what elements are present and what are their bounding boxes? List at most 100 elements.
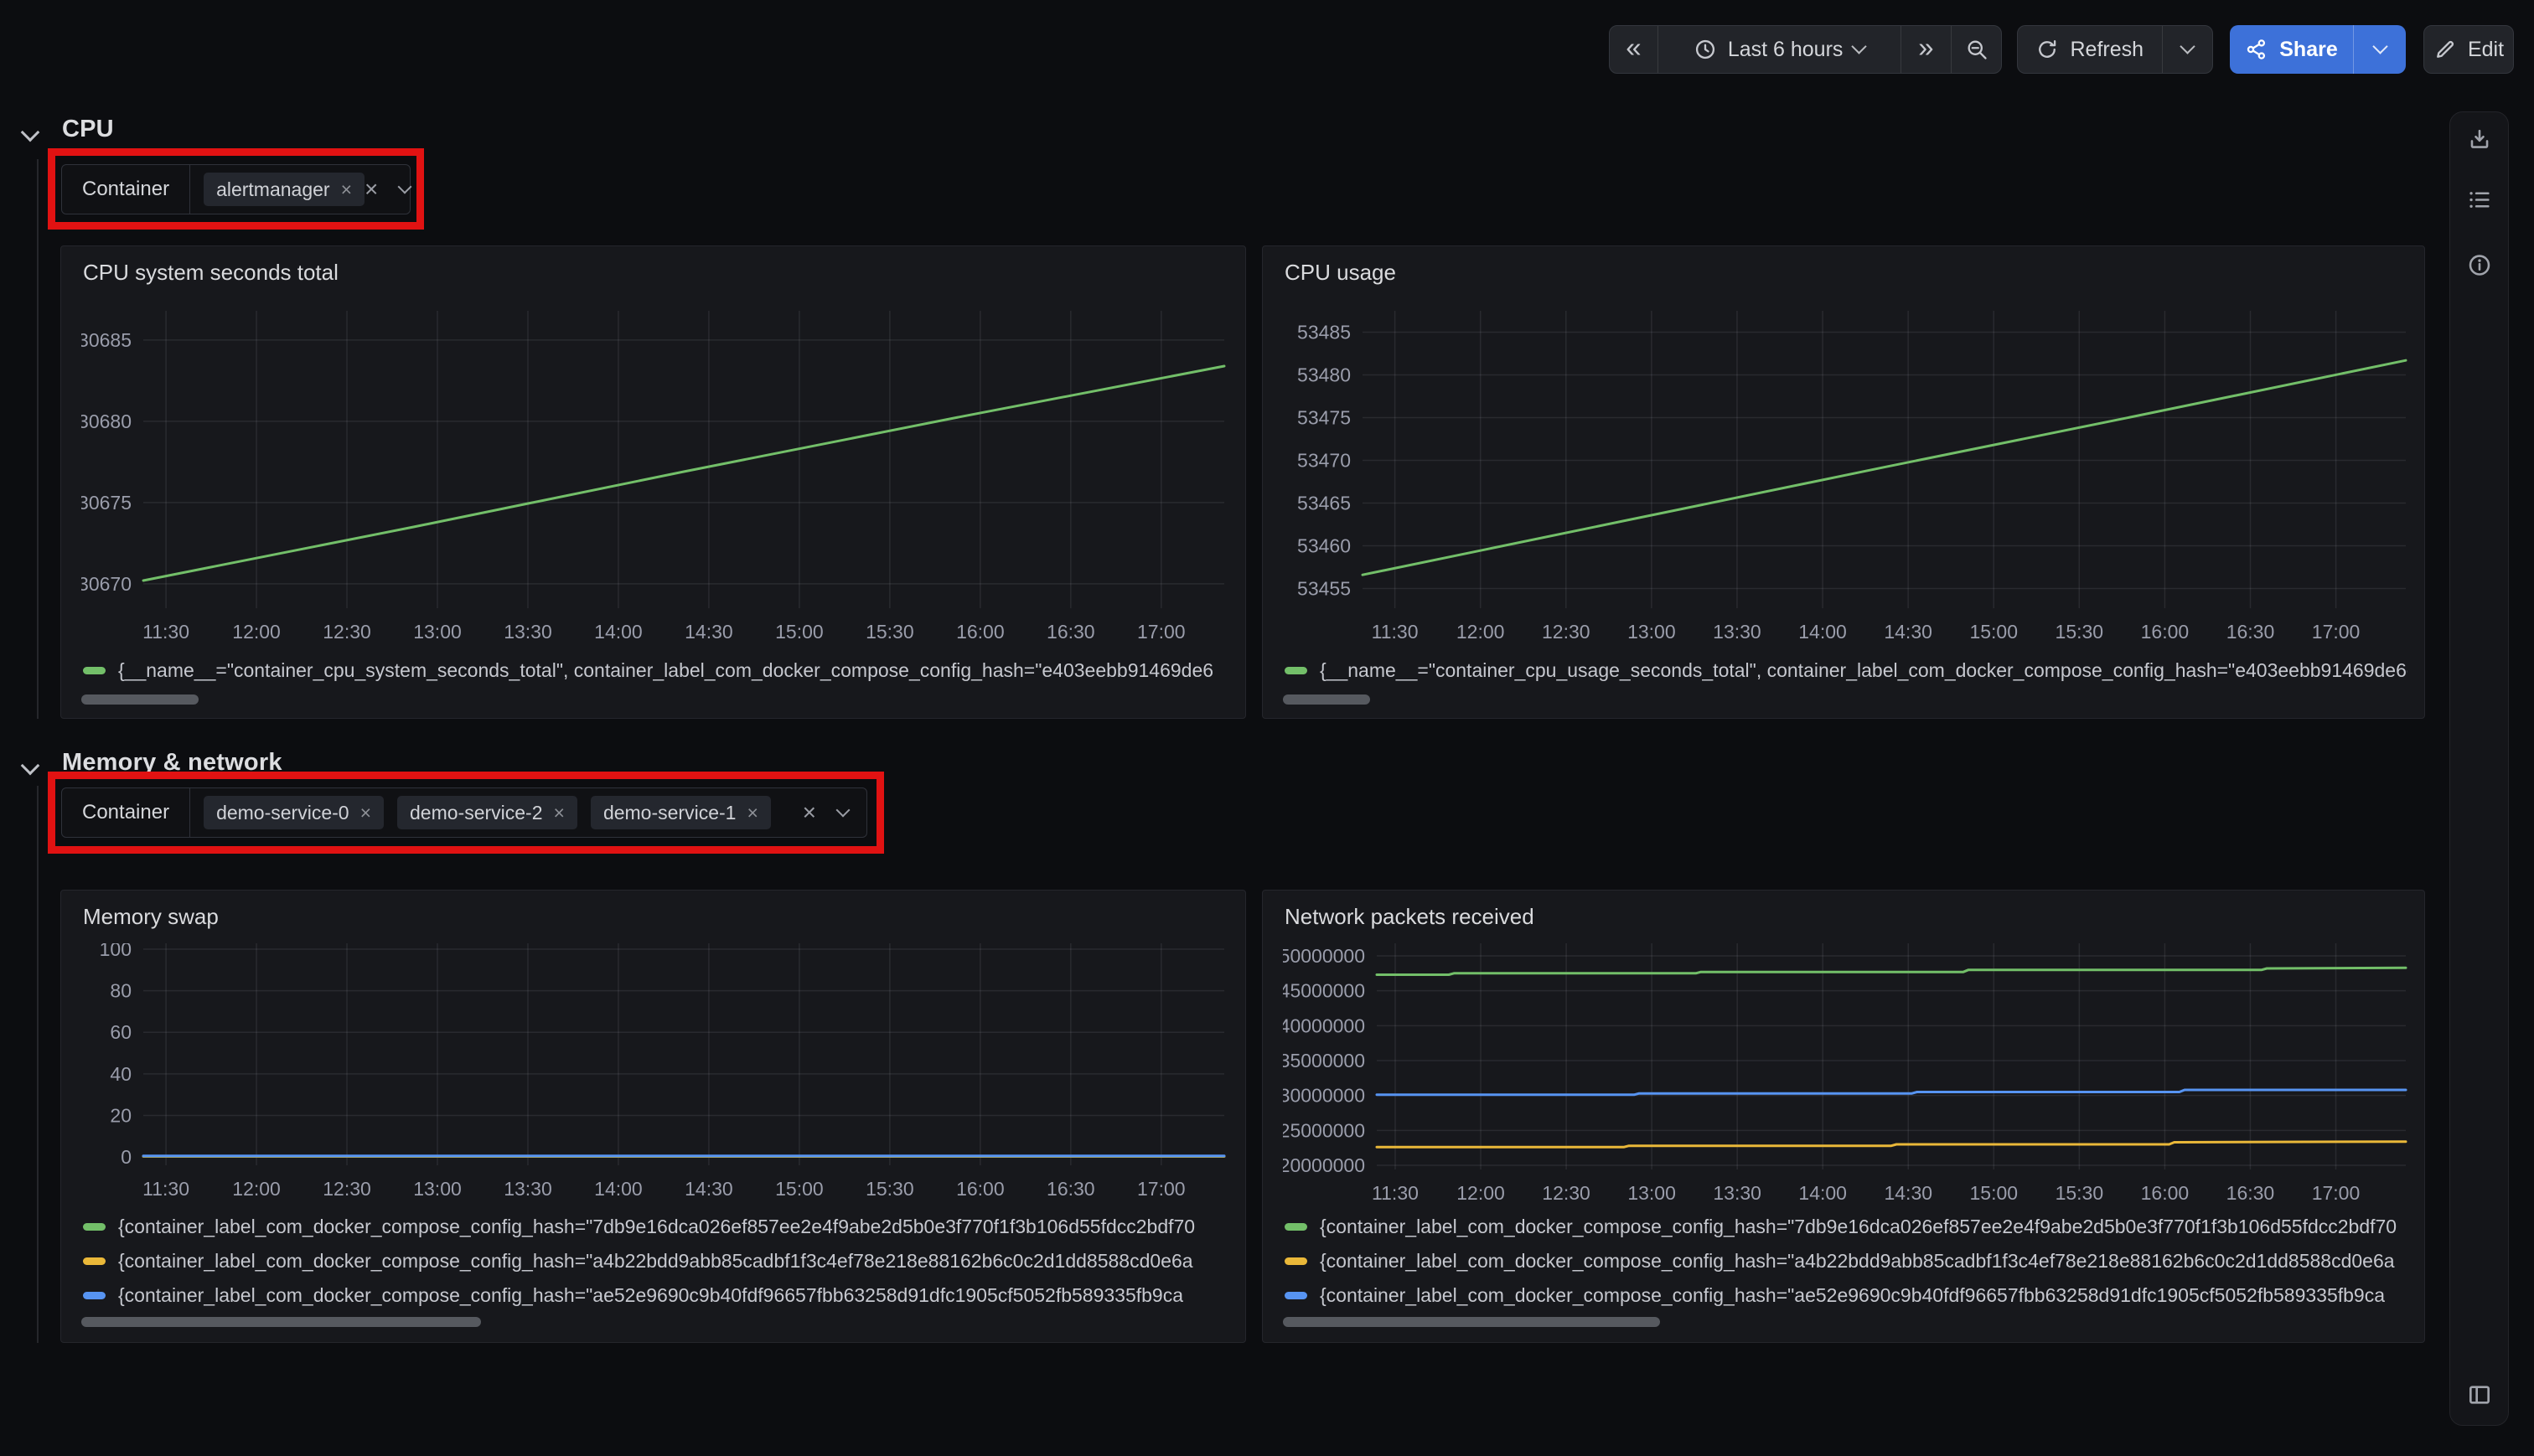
chevron-down-icon	[2180, 39, 2195, 54]
svg-text:53465: 53465	[1297, 493, 1351, 514]
svg-text:950000000: 950000000	[1283, 945, 1365, 967]
refresh-button[interactable]: Refresh	[2018, 26, 2162, 73]
export-download-icon[interactable]	[2466, 126, 2492, 152]
legend-scrollbar[interactable]	[1283, 694, 1370, 705]
time-series-chart[interactable]: 02040608010011:3012:0012:3013:0013:3014:…	[81, 943, 1228, 1203]
legend-swatch	[83, 1292, 106, 1299]
svg-text:40: 40	[110, 1063, 132, 1085]
svg-text:15:00: 15:00	[775, 621, 824, 643]
legend-label: {container_label_com_docker_compose_conf…	[1320, 1250, 2395, 1273]
edit-label: Edit	[2468, 38, 2504, 62]
legend-item[interactable]: {__name__="container_cpu_usage_seconds_t…	[1285, 655, 2407, 685]
legend-scrollbar[interactable]	[81, 1317, 481, 1327]
info-circle-icon[interactable]	[2466, 252, 2492, 278]
grafana-dashboard: « Last 6 hours » Refresh	[0, 0, 2534, 1456]
svg-text:15:30: 15:30	[866, 621, 914, 643]
legend-swatch	[1285, 1292, 1307, 1299]
svg-text:30685: 30685	[81, 329, 132, 351]
legend-item[interactable]: {container_label_com_docker_compose_conf…	[83, 1244, 1228, 1278]
svg-text:17:00: 17:00	[1137, 1178, 1186, 1200]
panel-legend: {container_label_com_docker_compose_conf…	[1285, 1210, 2407, 1313]
time-series-chart[interactable]: 5345553460534655347053475534805348511:30…	[1283, 311, 2409, 646]
svg-text:53460: 53460	[1297, 535, 1351, 557]
svg-text:12:30: 12:30	[1542, 621, 1590, 643]
legend-scrollbar[interactable]	[1283, 1317, 1660, 1327]
panel-title[interactable]: CPU system seconds total	[83, 260, 339, 286]
panel-memory-swap: Memory swap 02040608010011:3012:0012:301…	[60, 890, 1246, 1343]
svg-text:16:30: 16:30	[2226, 1182, 2275, 1204]
section-collapse-chevron-icon[interactable]	[21, 756, 40, 776]
svg-text:14:30: 14:30	[1884, 1182, 1932, 1204]
svg-text:11:30: 11:30	[142, 621, 189, 643]
svg-text:13:30: 13:30	[504, 621, 552, 643]
time-shift-back-button[interactable]: «	[1610, 26, 1657, 73]
outline-list-icon[interactable]	[2466, 187, 2492, 213]
svg-text:20: 20	[110, 1104, 132, 1126]
svg-text:930000000: 930000000	[1283, 1085, 1365, 1107]
time-series-chart[interactable]: 3067030675306803068511:3012:0012:3013:00…	[81, 311, 1228, 646]
share-menu-button[interactable]	[2353, 25, 2406, 74]
legend-label: {container_label_com_docker_compose_conf…	[1320, 1216, 2397, 1238]
svg-text:14:00: 14:00	[1798, 621, 1847, 643]
angles-left-icon: «	[1626, 34, 1641, 65]
legend-swatch	[1285, 1223, 1307, 1231]
legend-swatch	[83, 667, 106, 674]
svg-text:935000000: 935000000	[1283, 1050, 1365, 1071]
clock-icon	[1694, 38, 1717, 61]
section-indent-guide	[37, 786, 39, 1343]
angles-right-icon: »	[1918, 34, 1933, 65]
edit-button[interactable]: Edit	[2424, 26, 2513, 73]
svg-text:80: 80	[110, 980, 132, 1002]
svg-text:16:00: 16:00	[2141, 1182, 2190, 1204]
svg-text:13:00: 13:00	[413, 621, 462, 643]
svg-text:14:30: 14:30	[685, 1178, 733, 1200]
toggle-panel-icon[interactable]	[2466, 1381, 2493, 1408]
svg-text:11:30: 11:30	[1372, 621, 1419, 643]
legend-item[interactable]: {container_label_com_docker_compose_conf…	[83, 1210, 1228, 1244]
section-collapse-chevron-icon[interactable]	[21, 123, 40, 142]
svg-text:945000000: 945000000	[1283, 980, 1365, 1002]
time-range-label: Last 6 hours	[1728, 38, 1844, 62]
svg-text:13:00: 13:00	[1627, 621, 1676, 643]
refresh-interval-button[interactable]	[2162, 26, 2212, 73]
svg-text:12:00: 12:00	[232, 621, 281, 643]
section-title-cpu[interactable]: CPU	[62, 116, 114, 143]
svg-text:15:30: 15:30	[866, 1178, 914, 1200]
svg-text:0: 0	[121, 1146, 132, 1168]
svg-text:53480: 53480	[1297, 364, 1351, 386]
right-action-rail	[2449, 111, 2509, 1426]
zoom-out-time-button[interactable]	[1951, 26, 2001, 73]
panel-cpu-system-seconds-total: CPU system seconds total 306703067530680…	[60, 245, 1246, 719]
svg-text:53470: 53470	[1297, 450, 1351, 472]
svg-text:16:30: 16:30	[1047, 1178, 1095, 1200]
svg-text:15:30: 15:30	[2056, 1182, 2104, 1204]
legend-item[interactable]: {container_label_com_docker_compose_conf…	[1285, 1244, 2407, 1278]
share-button[interactable]: Share	[2230, 25, 2353, 74]
panel-network-packets-received: Network packets received 920000000925000…	[1262, 890, 2425, 1343]
svg-text:13:30: 13:30	[1713, 1182, 1761, 1204]
svg-text:13:30: 13:30	[504, 1178, 552, 1200]
legend-swatch	[1285, 1257, 1307, 1265]
svg-text:15:30: 15:30	[2056, 621, 2104, 643]
time-series-chart[interactable]: 9200000009250000009300000009350000009400…	[1283, 943, 2409, 1207]
svg-text:17:00: 17:00	[1137, 621, 1186, 643]
chevron-down-icon	[1852, 39, 1867, 54]
svg-text:12:00: 12:00	[1456, 621, 1505, 643]
legend-item[interactable]: {__name__="container_cpu_system_seconds_…	[83, 655, 1228, 685]
legend-scrollbar[interactable]	[81, 694, 199, 705]
legend-item[interactable]: {container_label_com_docker_compose_conf…	[1285, 1210, 2407, 1244]
legend-item[interactable]: {container_label_com_docker_compose_conf…	[83, 1278, 1228, 1313]
chevron-down-icon	[2372, 39, 2387, 54]
panel-title[interactable]: Memory swap	[83, 904, 219, 930]
legend-item[interactable]: {container_label_com_docker_compose_conf…	[1285, 1278, 2407, 1313]
svg-text:12:00: 12:00	[1456, 1182, 1505, 1204]
svg-text:13:00: 13:00	[1627, 1182, 1676, 1204]
svg-text:53475: 53475	[1297, 407, 1351, 429]
panel-title[interactable]: Network packets received	[1285, 904, 1534, 930]
panel-cpu-usage: CPU usage 534555346053465534705347553480…	[1262, 245, 2425, 719]
time-shift-forward-button[interactable]: »	[1900, 26, 1952, 73]
panel-title[interactable]: CPU usage	[1285, 260, 1396, 286]
refresh-group: Refresh	[2017, 25, 2213, 74]
time-range-picker[interactable]: Last 6 hours	[1657, 26, 1900, 73]
share-icon	[2245, 38, 2268, 61]
